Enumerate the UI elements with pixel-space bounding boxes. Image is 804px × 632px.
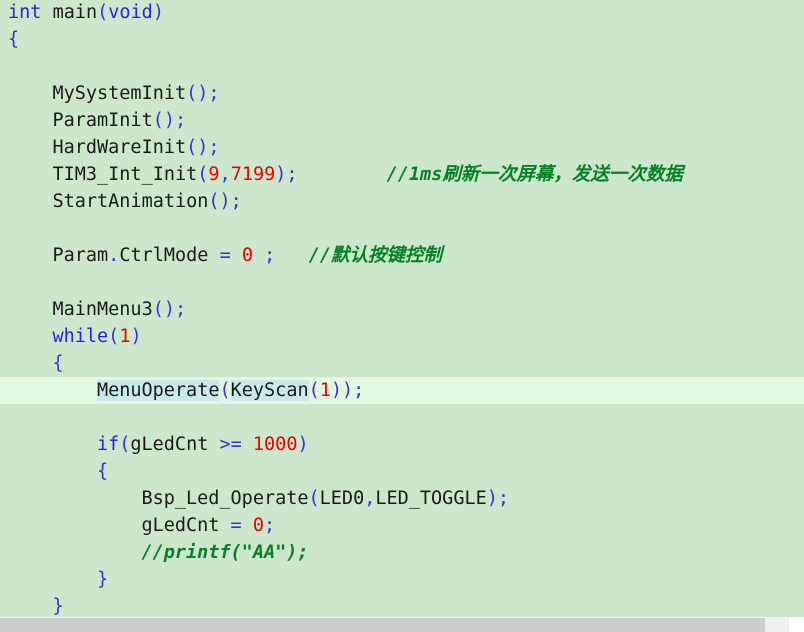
code-token: LED0 — [319, 488, 365, 509]
code-line[interactable]: } — [52, 593, 63, 617]
code-token: ( — [108, 326, 120, 347]
code-token: CtrlMode — [119, 245, 220, 266]
code-token: 默认按键控制 — [330, 245, 442, 266]
code-token: HardWareInit — [52, 137, 187, 158]
code-line[interactable]: gLedCnt = 0; — [141, 512, 275, 539]
code-token: , — [219, 164, 231, 185]
code-token: 1 — [319, 380, 331, 401]
code-token: // — [308, 245, 331, 266]
code-token: ) — [297, 434, 309, 455]
code-line[interactable]: { — [8, 26, 19, 53]
code-token: (); — [186, 83, 220, 104]
code-token: } — [96, 569, 109, 590]
code-token: (); — [208, 191, 242, 212]
scrollbar-corner — [789, 617, 804, 632]
code-token: >= — [219, 434, 242, 455]
code-token: StartAnimation — [52, 191, 209, 212]
code-line[interactable]: int main(void) — [8, 0, 164, 26]
highlighted-occurrence: KeyScan — [230, 380, 309, 401]
code-line[interactable]: { — [97, 458, 108, 485]
code-line[interactable]: MySystemInit(); — [52, 80, 219, 107]
code-token: ); — [275, 164, 298, 185]
code-line[interactable]: TIM3_Int_Init(9,7199); //1ms刷新一次屏幕，发送一次数… — [52, 161, 682, 188]
horizontal-scrollbar-thumb[interactable] — [0, 618, 765, 632]
code-token: ( — [119, 434, 131, 455]
code-line[interactable]: MainMenu3(); — [52, 296, 186, 323]
code-token: (); — [152, 299, 187, 320]
code-token: 1 — [119, 326, 131, 347]
code-token: ) — [152, 2, 164, 23]
code-token: Param — [52, 245, 109, 266]
code-token: ( — [97, 2, 109, 23]
code-token: ( — [219, 380, 231, 401]
horizontal-scrollbar[interactable] — [0, 617, 804, 632]
code-token: )); — [330, 380, 365, 401]
code-token: int — [8, 2, 42, 23]
code-line[interactable]: { — [52, 350, 63, 377]
code-token: gLedCnt — [141, 515, 231, 536]
code-token: //printf("AA"); — [141, 542, 309, 563]
code-line[interactable]: ParamInit(); — [52, 107, 186, 134]
code-token: LED_TOGGLE — [375, 488, 487, 509]
code-token: gLedCnt — [130, 434, 220, 455]
code-line[interactable]: //printf("AA"); — [141, 539, 308, 566]
code-token: ParamInit — [52, 110, 153, 131]
code-token: 0 — [252, 515, 264, 536]
code-token: } — [52, 596, 64, 617]
code-token: { — [52, 353, 64, 374]
code-token: 7199 — [230, 164, 276, 185]
code-token: , — [364, 488, 376, 509]
code-token: { — [96, 461, 109, 482]
code-token: ( — [308, 380, 320, 401]
code-token: main — [52, 2, 98, 23]
code-token: 刷新一次屏幕，发送一次数据 — [442, 164, 683, 185]
code-text-layer[interactable]: int main(void){MySystemInit(); ParamInit(… — [0, 0, 804, 617]
code-token: = — [219, 245, 231, 266]
code-token: Bsp_Led_Operate — [141, 488, 309, 509]
code-token: 0 — [241, 245, 253, 266]
code-line[interactable]: Param.CtrlMode = 0 ; //默认按键控制 — [52, 242, 442, 269]
code-line[interactable]: if(gLedCnt >= 1000) — [97, 431, 309, 458]
code-token: ; — [263, 515, 276, 536]
code-token: (); — [186, 137, 220, 158]
code-token: 1000 — [252, 434, 298, 455]
code-token: //1ms — [386, 164, 443, 185]
code-editor[interactable]: int main(void){MySystemInit(); ParamInit(… — [0, 0, 804, 617]
code-line[interactable]: Bsp_Led_Operate(LED0,LED_TOGGLE); — [141, 485, 509, 512]
highlighted-occurrence: MenuOperate — [96, 380, 220, 401]
code-token: ( — [308, 488, 320, 509]
code-token: TIM3_Int_Init — [52, 164, 198, 185]
code-token: MainMenu3 — [52, 299, 153, 320]
code-token: (); — [152, 110, 187, 131]
code-token: if — [96, 434, 120, 455]
code-token: ; — [264, 245, 276, 266]
code-token: ); — [486, 488, 510, 509]
code-line[interactable]: } — [97, 566, 108, 593]
code-token: ) — [130, 326, 142, 347]
code-token: 9 — [208, 164, 220, 185]
code-token: void — [108, 2, 153, 23]
code-line[interactable]: HardWareInit(); — [52, 134, 219, 161]
code-token: MySystemInit — [52, 83, 187, 104]
code-line[interactable]: MenuOperate(KeyScan(1)); — [96, 377, 365, 404]
code-token: = — [230, 515, 242, 536]
code-token: . — [108, 245, 120, 266]
code-token: { — [8, 29, 20, 50]
code-token: ( — [197, 164, 209, 185]
code-token: while — [52, 326, 109, 347]
code-line[interactable]: while(1) — [52, 323, 141, 350]
code-line[interactable]: StartAnimation(); — [52, 188, 241, 215]
